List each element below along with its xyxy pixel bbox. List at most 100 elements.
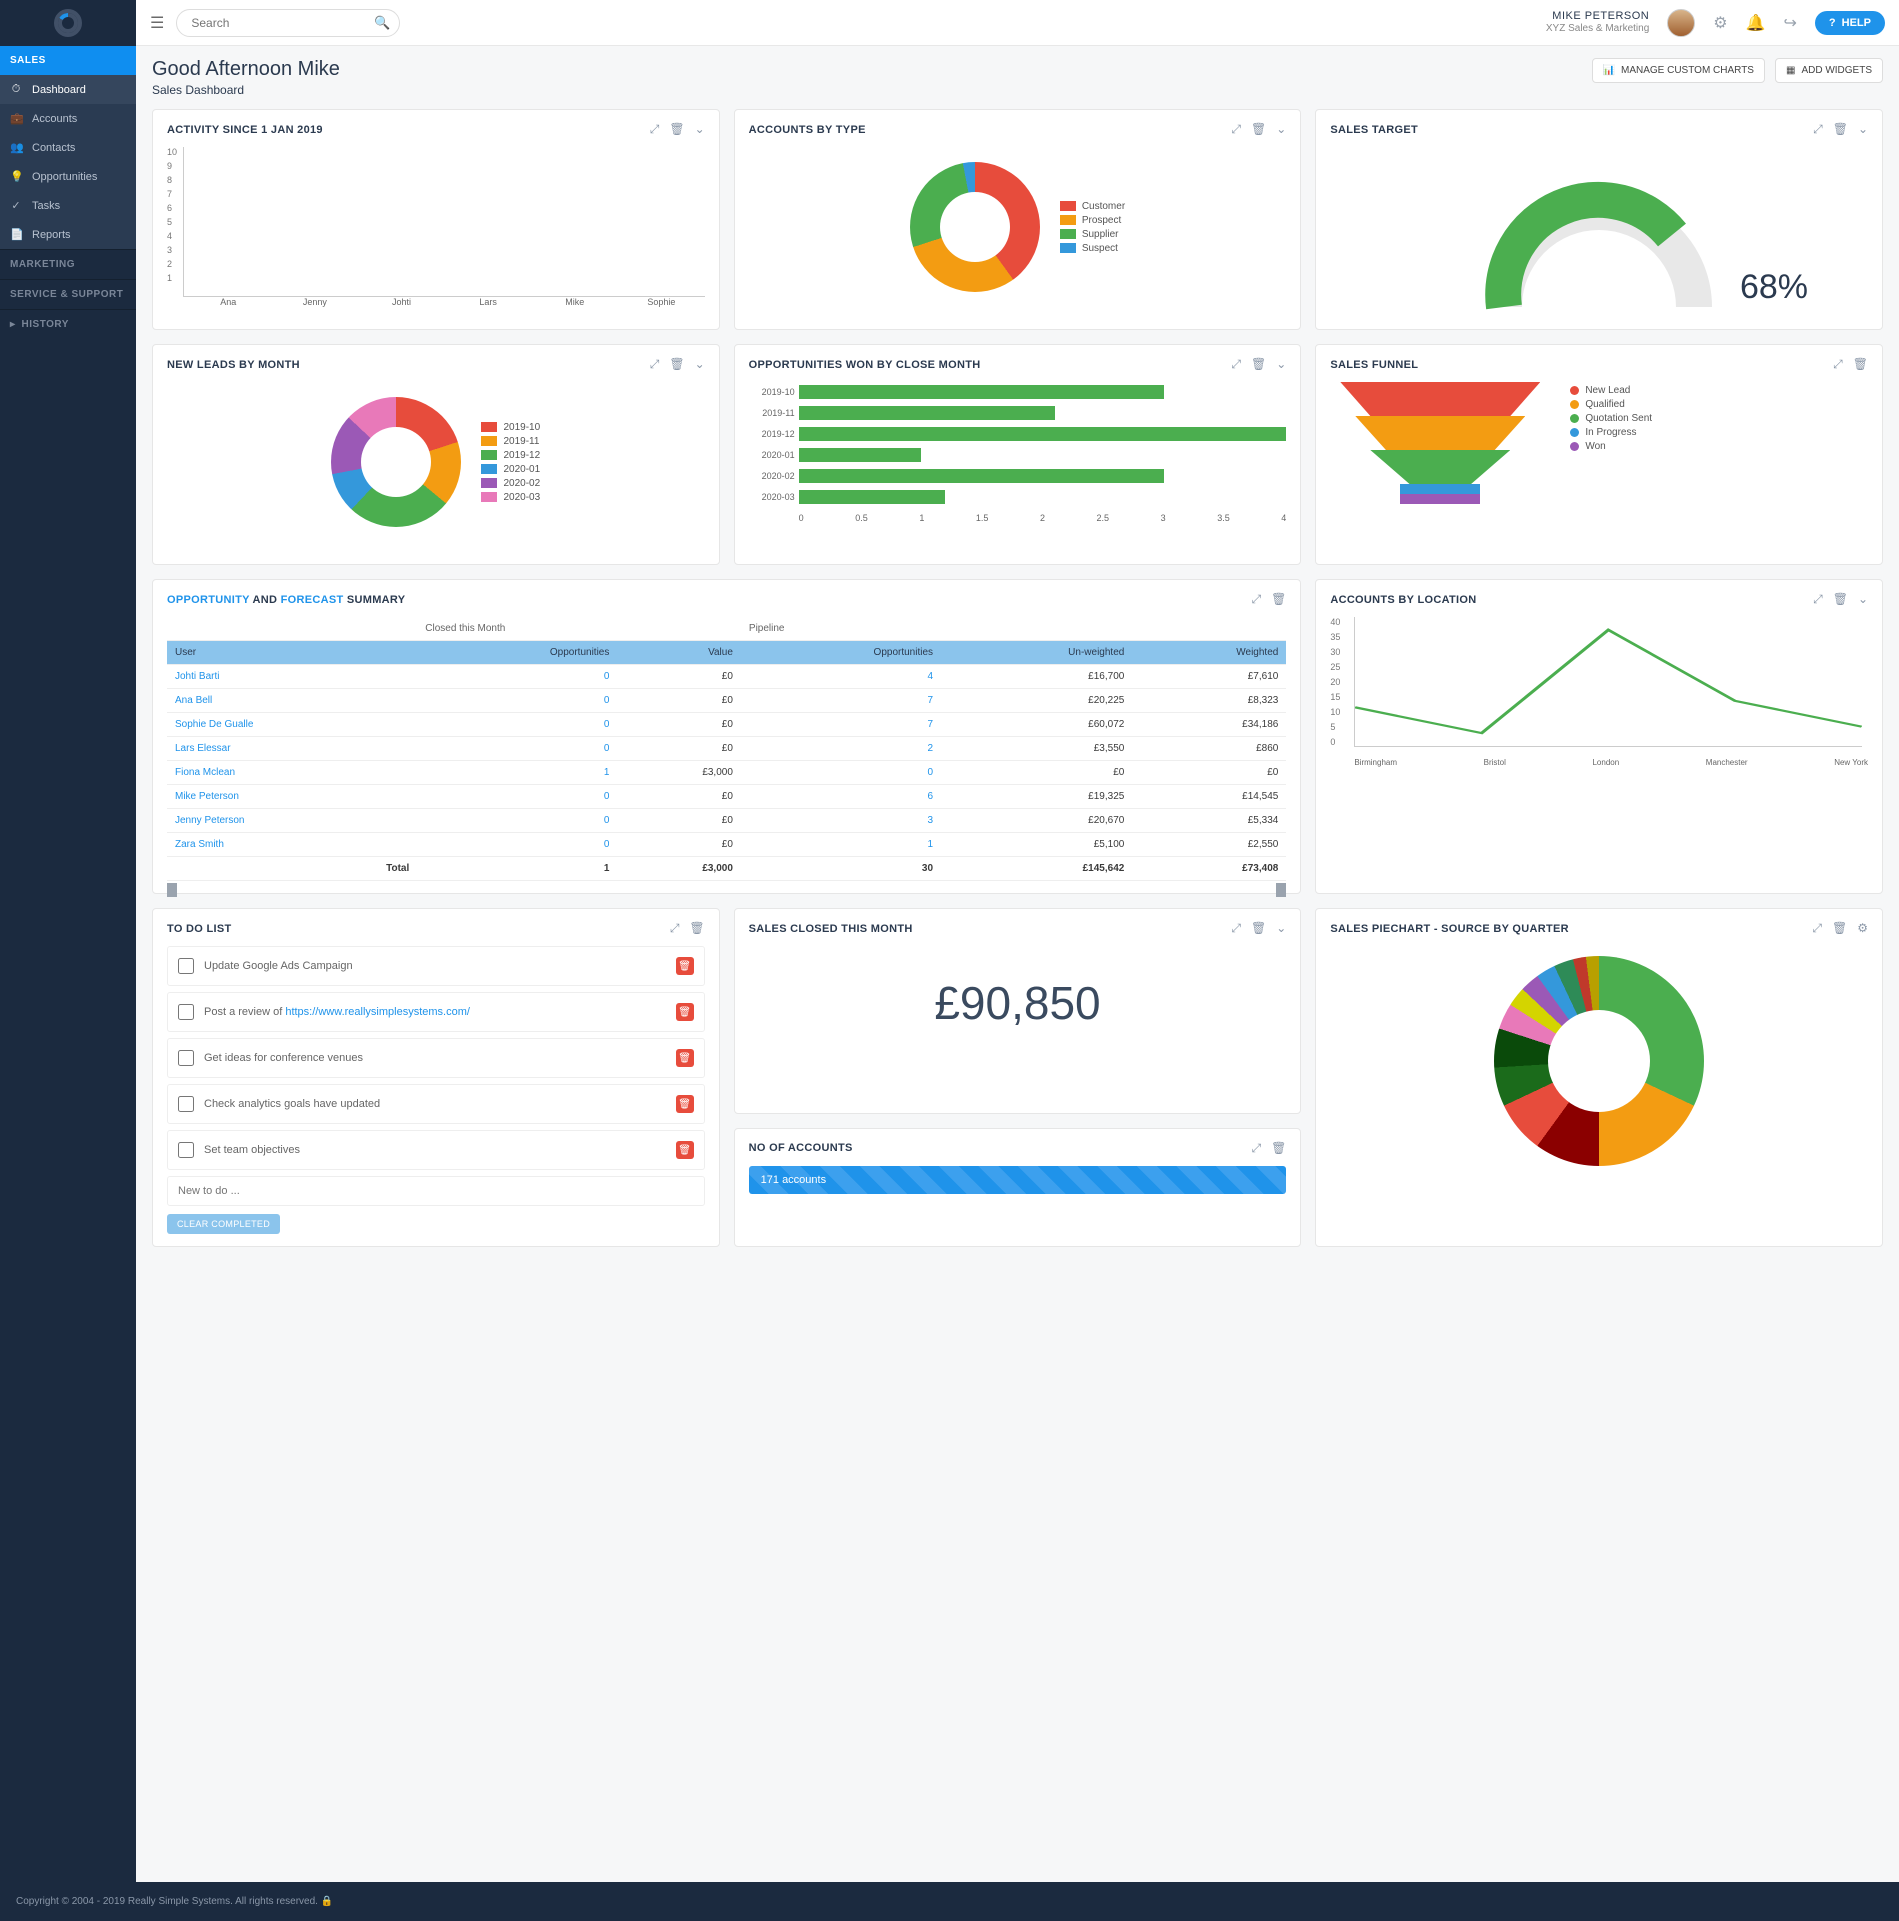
todo-item: Check analytics goals have updated 🗑 xyxy=(167,1084,705,1124)
trash-icon[interactable]: 🗑 xyxy=(1271,1141,1286,1156)
todo-item: Update Google Ads Campaign 🗑 xyxy=(167,946,705,986)
chart-icon: 📊 xyxy=(1603,65,1615,76)
sidebar-item-label: Opportunities xyxy=(32,171,97,183)
menu-toggle-icon[interactable]: ☰ xyxy=(150,13,164,33)
bell-icon[interactable]: 🔔 xyxy=(1746,13,1766,33)
expand-icon[interactable]: ⤢ xyxy=(1251,592,1261,607)
sidebar-item-dashboard[interactable]: ⏱ Dashboard xyxy=(0,75,136,104)
search-icon[interactable]: 🔍 xyxy=(374,15,390,31)
trash-icon[interactable]: 🗑 xyxy=(1833,592,1848,607)
sidebar-item-contacts[interactable]: 👥 Contacts xyxy=(0,133,136,162)
user-link[interactable]: Zara Smith xyxy=(175,839,224,850)
delete-todo-icon[interactable]: 🗑 xyxy=(676,1049,694,1067)
delete-todo-icon[interactable]: 🗑 xyxy=(676,1141,694,1159)
expand-icon[interactable]: ⤢ xyxy=(1813,592,1823,607)
card-opp-forecast: OPPORTUNITY AND FORECAST SUMMARY ⤢🗑 Clos… xyxy=(152,579,1301,894)
user-link[interactable]: Fiona Mclean xyxy=(175,767,235,778)
col-group: Closed this Month xyxy=(417,617,741,641)
todo-checkbox[interactable] xyxy=(178,1096,194,1112)
forecast-link[interactable]: FORECAST xyxy=(281,594,344,606)
sidebar-item-label: Tasks xyxy=(32,200,60,212)
todo-checkbox[interactable] xyxy=(178,958,194,974)
expand-icon[interactable]: ⤢ xyxy=(650,357,660,372)
gear-icon[interactable]: ⚙ xyxy=(1857,921,1868,936)
sidebar-item-label: Dashboard xyxy=(32,84,86,96)
delete-todo-icon[interactable]: 🗑 xyxy=(676,957,694,975)
expand-icon[interactable]: ⤢ xyxy=(1231,357,1241,372)
trash-icon[interactable]: 🗑 xyxy=(669,122,684,137)
chevron-down-icon[interactable]: ⌄ xyxy=(1276,122,1286,137)
sidebar-section-marketing[interactable]: MARKETING xyxy=(0,250,136,279)
expand-icon[interactable]: ⤢ xyxy=(670,921,680,936)
legend-item: Customer xyxy=(1060,201,1125,212)
scroll-left-icon[interactable] xyxy=(167,883,177,897)
trash-icon[interactable]: 🗑 xyxy=(1251,122,1266,137)
trash-icon[interactable]: 🗑 xyxy=(1271,592,1286,607)
sidebar-item-label: Reports xyxy=(32,229,71,241)
logo[interactable] xyxy=(0,0,136,46)
chevron-down-icon[interactable]: ⌄ xyxy=(1858,122,1868,137)
expand-icon[interactable]: ⤢ xyxy=(1231,921,1241,936)
sidebar-history-label: HISTORY xyxy=(22,319,69,330)
user-block[interactable]: MIKE PETERSON XYZ Sales & Marketing xyxy=(1546,10,1649,35)
user-link[interactable]: Lars Elessar xyxy=(175,743,231,754)
user-link[interactable]: Ana Bell xyxy=(175,695,212,706)
card-activity: ACTIVITY SINCE 1 JAN 2019 ⤢ 🗑 ⌄ 10987654… xyxy=(152,109,720,330)
chevron-down-icon[interactable]: ⌄ xyxy=(695,357,705,372)
delete-todo-icon[interactable]: 🗑 xyxy=(676,1095,694,1113)
lock-icon: 🔒 xyxy=(321,1896,333,1907)
trash-icon[interactable]: 🗑 xyxy=(689,921,704,936)
card-title: NO OF ACCOUNTS xyxy=(749,1142,853,1154)
todo-item: Post a review of https://www.reallysimpl… xyxy=(167,992,705,1032)
chevron-down-icon[interactable]: ⌄ xyxy=(695,122,705,137)
expand-icon[interactable]: ⤢ xyxy=(1231,122,1241,137)
chevron-down-icon[interactable]: ⌄ xyxy=(1276,921,1286,936)
trash-icon[interactable]: 🗑 xyxy=(669,357,684,372)
user-link[interactable]: Jenny Peterson xyxy=(175,815,245,826)
user-link[interactable]: Mike Peterson xyxy=(175,791,239,802)
todo-checkbox[interactable] xyxy=(178,1050,194,1066)
add-widgets-button[interactable]: ▦ ADD WIDGETS xyxy=(1775,58,1883,83)
chevron-down-icon[interactable]: ⌄ xyxy=(1276,357,1286,372)
sidebar-section-sales[interactable]: SALES xyxy=(0,46,136,75)
expand-icon[interactable]: ⤢ xyxy=(1813,122,1823,137)
trash-icon[interactable]: 🗑 xyxy=(1251,357,1266,372)
todo-link[interactable]: https://www.reallysimplesystems.com/ xyxy=(285,1006,470,1018)
logout-icon[interactable]: ↪ xyxy=(1784,13,1797,33)
sidebar-item-accounts[interactable]: 💼 Accounts xyxy=(0,104,136,133)
trash-icon[interactable]: 🗑 xyxy=(1832,921,1847,936)
sidebar-item-opportunities[interactable]: 💡 Opportunities xyxy=(0,162,136,191)
sidebar-section-history[interactable]: ▸ HISTORY xyxy=(0,310,136,339)
new-todo-input[interactable] xyxy=(167,1176,705,1206)
expand-icon[interactable]: ⤢ xyxy=(1833,357,1843,372)
delete-todo-icon[interactable]: 🗑 xyxy=(676,1003,694,1021)
avatar[interactable] xyxy=(1667,9,1695,37)
legend-item: Qualified xyxy=(1570,399,1652,410)
opportunity-link[interactable]: OPPORTUNITY xyxy=(167,594,250,606)
clear-completed-button[interactable]: CLEAR COMPLETED xyxy=(167,1214,280,1234)
settings-icon[interactable]: ⚙ xyxy=(1713,13,1727,33)
card-opps-won: OPPORTUNITIES WON BY CLOSE MONTH ⤢🗑⌄ 201… xyxy=(734,344,1302,565)
trash-icon[interactable]: 🗑 xyxy=(1853,357,1868,372)
sidebar-section-service[interactable]: SERVICE & SUPPORT xyxy=(0,280,136,309)
user-link[interactable]: Sophie De Gualle xyxy=(175,719,253,730)
total-row: Total1£3,00030£145,642£73,408 xyxy=(167,857,1286,881)
manage-charts-button[interactable]: 📊 MANAGE CUSTOM CHARTS xyxy=(1592,58,1765,83)
user-name: MIKE PETERSON xyxy=(1546,10,1649,23)
scroll-right-icon[interactable] xyxy=(1276,883,1286,897)
user-link[interactable]: Johti Barti xyxy=(175,671,219,682)
legend-item: 2019-10 xyxy=(481,422,540,433)
trash-icon[interactable]: 🗑 xyxy=(1833,122,1848,137)
todo-checkbox[interactable] xyxy=(178,1004,194,1020)
card-title: SALES TARGET xyxy=(1330,124,1418,136)
todo-checkbox[interactable] xyxy=(178,1142,194,1158)
expand-icon[interactable]: ⤢ xyxy=(1251,1141,1261,1156)
chevron-down-icon[interactable]: ⌄ xyxy=(1858,592,1868,607)
expand-icon[interactable]: ⤢ xyxy=(1812,921,1822,936)
sidebar-item-tasks[interactable]: ✓ Tasks xyxy=(0,191,136,220)
trash-icon[interactable]: 🗑 xyxy=(1251,921,1266,936)
search-input[interactable] xyxy=(176,9,400,37)
sidebar-item-reports[interactable]: 📄 Reports xyxy=(0,220,136,249)
expand-icon[interactable]: ⤢ xyxy=(650,122,660,137)
help-button[interactable]: ? HELP xyxy=(1815,11,1885,35)
